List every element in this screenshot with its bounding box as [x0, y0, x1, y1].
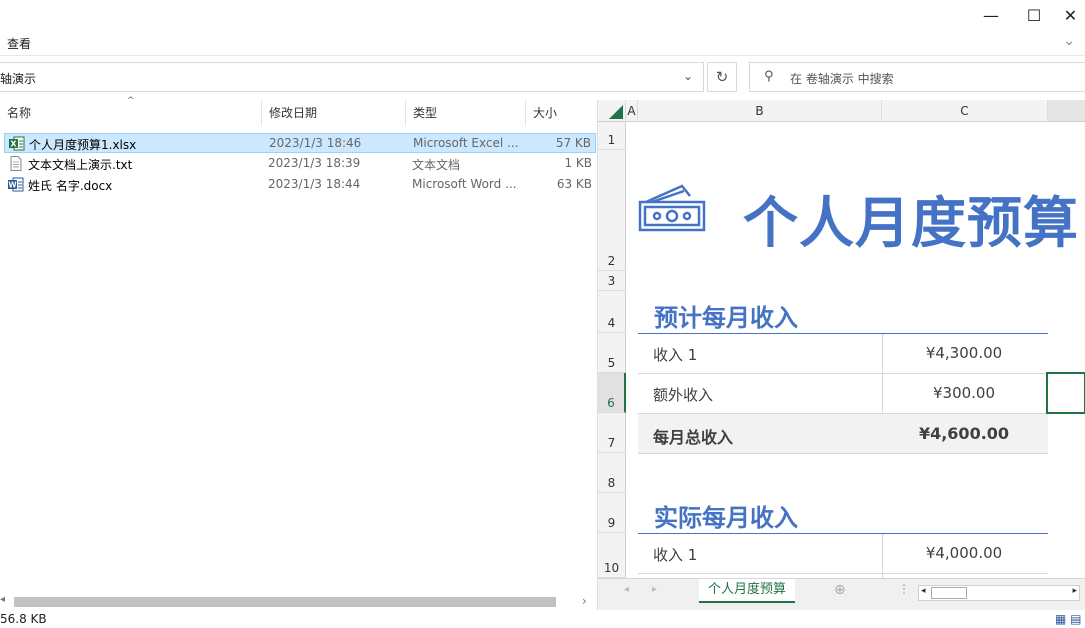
view-tab[interactable]: 查看 — [7, 35, 31, 52]
select-all-icon — [609, 105, 623, 119]
row-header[interactable]: 4 — [598, 291, 626, 333]
chevron-down-icon[interactable]: ⌄ — [1063, 33, 1075, 49]
svg-text:X: X — [10, 140, 17, 149]
maximize-button[interactable]: ☐ — [1011, 0, 1057, 30]
refresh-button[interactable]: ↻ — [707, 62, 737, 92]
file-size: 57 KB — [555, 136, 591, 150]
sheet-horizontal-scrollbar[interactable]: ◂ ▸ — [918, 585, 1080, 601]
column-header-b[interactable]: B — [638, 100, 882, 122]
sort-ascending-icon: ^ — [127, 96, 135, 106]
active-cell[interactable] — [1046, 372, 1085, 414]
file-row[interactable]: 文本文档上演示.txt 2023/1/3 18:39 文本文档 1 KB — [4, 154, 596, 174]
file-row[interactable]: W 姓氏 名字.docx 2023/1/3 18:44 Microsoft Wo… — [4, 175, 596, 195]
row-header[interactable]: 9 — [598, 493, 626, 533]
column-header-type[interactable]: 类型 — [406, 100, 526, 126]
scroll-left-icon[interactable]: ◂ — [0, 594, 5, 605]
row-header[interactable]: 3 — [598, 271, 626, 291]
svg-text:W: W — [8, 181, 17, 190]
file-row[interactable]: X 个人月度预算1.xlsx 2023/1/3 18:46 Microsoft … — [4, 133, 596, 153]
sheet-title: 个人月度预算 — [743, 191, 1080, 255]
add-sheet-icon[interactable]: ⊕ — [834, 582, 846, 598]
scroll-right-icon[interactable]: ▸ — [1072, 586, 1077, 596]
income-amount: ¥4,300.00 — [925, 344, 1003, 362]
row-header[interactable]: 2 — [598, 150, 626, 271]
income-amount: ¥300.00 — [932, 384, 996, 402]
column-header-a[interactable]: A — [626, 100, 638, 122]
column-header-d[interactable] — [1048, 100, 1085, 122]
row-header[interactable]: 5 — [598, 333, 626, 373]
row-header[interactable]: 7 — [598, 413, 626, 453]
preview-pane: A B C 1 2 3 4 5 6 7 8 9 10 个人月度预算 预计每月收入… — [597, 100, 1085, 610]
file-date: 2023/1/3 18:44 — [268, 177, 361, 191]
section-title: 预计每月收入 — [654, 304, 798, 332]
scroll-left-icon[interactable]: ◂ — [921, 586, 926, 596]
select-all-corner[interactable] — [598, 100, 626, 122]
income-label: 额外收入 — [653, 386, 714, 404]
status-selection-size: 56.8 KB — [0, 612, 47, 626]
close-button[interactable]: ✕ — [1056, 0, 1085, 30]
cell-border — [638, 573, 1048, 574]
section-title: 实际每月收入 — [654, 504, 798, 532]
tab-scroll-right-icon[interactable]: ▸ — [652, 584, 657, 595]
section-rule — [638, 533, 1048, 534]
excel-file-icon: X — [9, 136, 25, 151]
more-options-icon[interactable]: ⋮ — [898, 582, 910, 596]
sheet-tab-bar: ◂ ▸ 个人月度预算 ⊕ ⋮ ◂ ▸ — [598, 578, 1085, 610]
search-icon: ⚲ — [764, 69, 774, 84]
word-file-icon: W — [8, 177, 24, 192]
total-amount: ¥4,600.00 — [918, 424, 1010, 443]
column-header-size[interactable]: 大小 — [526, 100, 596, 126]
sheet-tab[interactable]: 个人月度预算 — [699, 579, 795, 603]
file-type: Microsoft Word ... — [412, 177, 517, 191]
scrollbar-thumb[interactable] — [14, 597, 556, 607]
cell-border — [638, 453, 1048, 454]
search-placeholder: 在 卷轴演示 中搜索 — [790, 72, 894, 86]
address-bar[interactable]: 轴演示 ⌄ — [0, 62, 704, 92]
row-header[interactable]: 6 — [598, 373, 626, 413]
refresh-icon: ↻ — [715, 68, 729, 86]
file-name: 文本文档上演示.txt — [28, 158, 133, 172]
file-type: Microsoft Excel ... — [413, 136, 519, 150]
column-header-c[interactable]: C — [882, 100, 1048, 122]
file-size: 63 KB — [556, 177, 592, 191]
address-path: 轴演示 — [0, 72, 37, 86]
file-date: 2023/1/3 18:46 — [269, 136, 362, 150]
scrollbar-thumb[interactable] — [931, 587, 967, 599]
cell-border — [638, 373, 1048, 374]
row-header[interactable]: 10 — [598, 533, 626, 578]
minimize-button[interactable]: — — [968, 0, 1014, 30]
file-date: 2023/1/3 18:39 — [268, 156, 361, 170]
search-box[interactable]: ⚲ 在 卷轴演示 中搜索 — [749, 62, 1085, 92]
horizontal-scrollbar[interactable]: ◂ › — [0, 594, 596, 610]
row-header[interactable]: 8 — [598, 453, 626, 493]
row-header[interactable]: 1 — [598, 122, 626, 150]
file-size: 1 KB — [564, 156, 592, 170]
income-amount: ¥4,000.00 — [925, 544, 1003, 562]
chevron-down-icon[interactable]: ⌄ — [683, 69, 693, 83]
scroll-right-icon[interactable]: › — [582, 594, 587, 608]
file-type: 文本文档 — [412, 158, 461, 172]
income-label: 收入 1 — [653, 346, 698, 364]
income-label: 收入 1 — [653, 546, 698, 564]
ribbon-bar: 查看 ⌄ — [0, 30, 1085, 56]
money-icon — [638, 184, 706, 232]
column-header-date[interactable]: 修改日期 — [262, 100, 406, 126]
section-rule — [638, 333, 1048, 334]
tab-scroll-left-icon[interactable]: ◂ — [624, 584, 629, 595]
text-file-icon — [10, 156, 22, 171]
view-toggle-icon[interactable]: ▦ ▤ — [1055, 612, 1082, 626]
total-label: 每月总收入 — [653, 428, 734, 447]
file-name: 姓氏 名字.docx — [28, 179, 113, 193]
file-name: 个人月度预算1.xlsx — [29, 138, 137, 152]
